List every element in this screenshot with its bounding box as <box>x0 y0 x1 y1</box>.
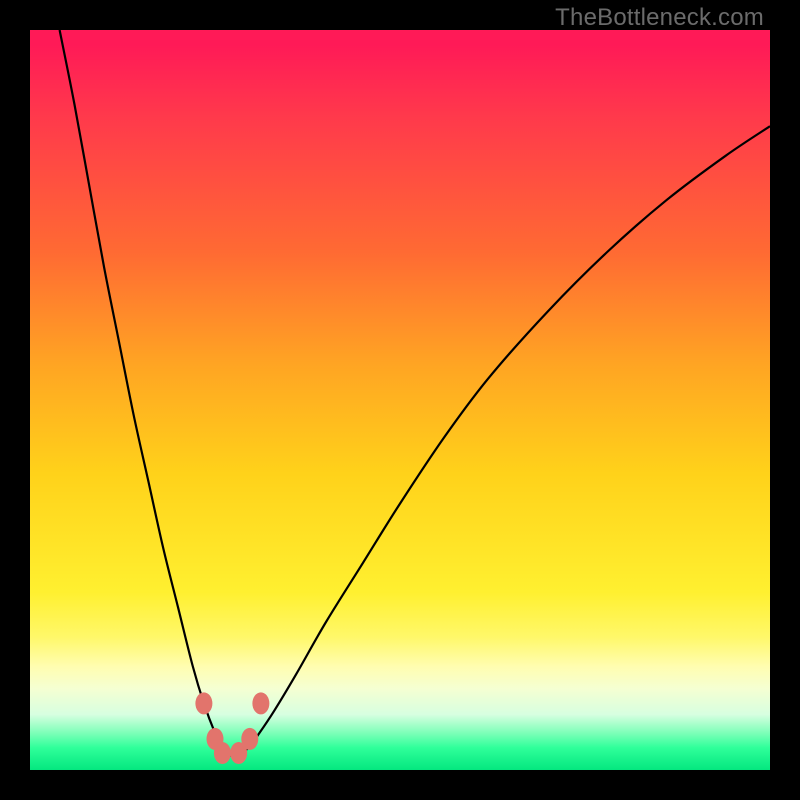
plot-area <box>30 30 770 770</box>
marker-dot <box>195 692 212 714</box>
watermark-text: TheBottleneck.com <box>555 4 764 32</box>
marker-dot <box>241 728 258 750</box>
marker-dot <box>214 742 231 764</box>
bottom-black-band <box>0 770 800 800</box>
marker-dot <box>252 692 269 714</box>
curve-svg <box>30 30 770 770</box>
bottleneck-curve <box>60 30 770 756</box>
marker-group <box>195 692 269 764</box>
